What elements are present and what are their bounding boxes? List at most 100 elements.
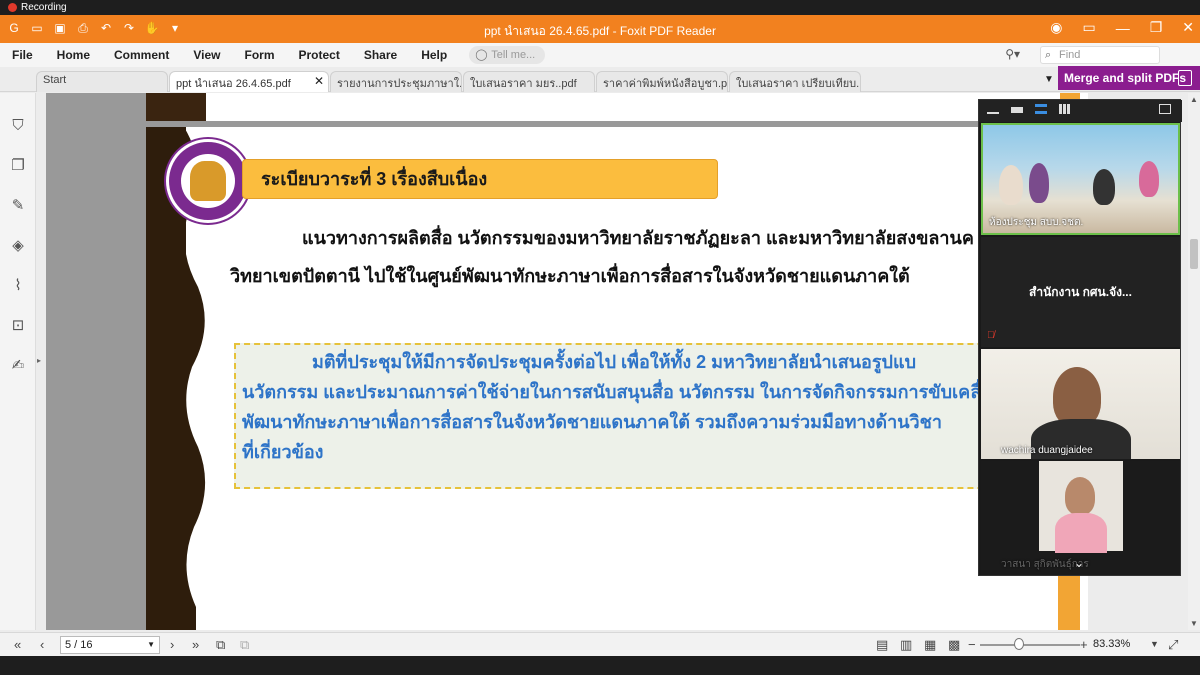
participant-figure xyxy=(1053,367,1101,427)
expand-meeting-icon[interactable] xyxy=(1159,104,1171,114)
last-page-icon[interactable]: » xyxy=(192,637,199,652)
agenda-description: แนวทางการผลิตสื่อ นวัตกรรมของมหาวิทยาลัย… xyxy=(230,219,1088,295)
attachment-icon[interactable]: ⌇ xyxy=(9,277,27,295)
menu-help[interactable]: Help xyxy=(409,48,459,62)
tab-quotation-compare[interactable]: ใบเสนอราคา เปรียบเทียบ... xyxy=(729,71,861,92)
menu-file[interactable]: File xyxy=(0,48,45,62)
previous-view-icon[interactable]: ⧉ xyxy=(216,637,225,653)
participant-figure xyxy=(1029,163,1049,203)
previous-page-strip xyxy=(146,93,1088,121)
participant-name: wachira duangjaidee xyxy=(1001,445,1093,456)
close-tab-icon[interactable]: ✕ xyxy=(314,74,324,88)
resolution-line: นวัตกรรม และประมาณการค่าใช้จ่ายในการสนับ… xyxy=(242,382,1005,402)
page-dropdown-icon[interactable]: ▼ xyxy=(147,637,155,653)
recording-label: Recording xyxy=(21,2,67,13)
gallery-view-icon[interactable] xyxy=(1059,104,1071,114)
screen-top-bar xyxy=(0,0,1200,15)
scroll-thumb[interactable] xyxy=(1190,239,1198,269)
tab-ppt[interactable]: ppt นำเสนอ 26.4.65.pdf ✕ xyxy=(169,71,329,92)
tab-label: ใบเสนอราคา เปรียบเทียบ... xyxy=(736,78,861,90)
status-bar: « ‹ 5 / 16 ▼ › » ⧉ ⧉ ▤ ▥ ▦ ▩ − + 83.33% … xyxy=(0,632,1200,656)
strip-view-icon[interactable] xyxy=(1011,107,1023,113)
chevron-down-icon[interactable]: ⌄ xyxy=(1074,556,1084,570)
menu-home[interactable]: Home xyxy=(45,48,102,62)
description-line: แนวทางการผลิตสื่อ นวัตกรรมของมหาวิทยาลัย… xyxy=(302,228,974,248)
previous-page-icon[interactable]: ‹ xyxy=(40,637,44,652)
university-seal-logo xyxy=(166,139,250,223)
fullscreen-icon[interactable]: ⤢ xyxy=(1168,637,1178,653)
resolution-line: พัฒนาทักษะภาษาเพื่อการสื่อสารในจังหวัดชา… xyxy=(242,412,942,432)
window-title: ppt นำเสนอ 26.4.65.pdf - Foxit PDF Reade… xyxy=(484,24,716,38)
restore-button[interactable]: ❐ xyxy=(1150,19,1163,36)
search-icon: ⌕ xyxy=(1045,49,1052,61)
scroll-down-icon[interactable]: ▼ xyxy=(1190,619,1198,628)
participant-figure xyxy=(1139,161,1159,197)
participant-figure xyxy=(999,165,1023,205)
resolution-line: มติที่ประชุมให้มีการจัดประชุมครั้งต่อไป … xyxy=(312,352,916,372)
next-view-icon[interactable]: ⧉ xyxy=(240,637,249,653)
window-controls: ◉ ▭ — ❐ ✕ xyxy=(1050,19,1194,36)
zoom-in-icon[interactable]: + xyxy=(1080,637,1088,652)
tab-quotation[interactable]: ใบเสนอราคา มยร..pdf xyxy=(463,71,595,92)
tab-start[interactable]: Start xyxy=(36,71,168,92)
meeting-toolbar xyxy=(979,100,1182,122)
menu-protect[interactable]: Protect xyxy=(287,48,352,62)
resolution-text: มติที่ประชุมให้มีการจัดประชุมครั้งต่อไป … xyxy=(242,347,1088,467)
muted-mic-icon: 🎙̸ xyxy=(987,330,995,341)
expand-panel-icon[interactable]: ▸ xyxy=(37,356,41,365)
participant-tile[interactable]: สำนักงาน กศน.จัง... 🎙̸ xyxy=(981,237,1180,347)
agenda-heading: ระเบียบวาระที่ 3 เรื่องสืบเนื่อง xyxy=(242,159,718,199)
find-input[interactable]: ⌕ Find xyxy=(1040,46,1160,64)
signature-icon[interactable]: ✍ xyxy=(9,357,27,375)
minimize-button[interactable]: — xyxy=(1116,20,1130,36)
menu-share[interactable]: Share xyxy=(352,48,409,62)
document-tabs: Start ppt นำเสนอ 26.4.65.pdf ✕ รายงานการป… xyxy=(0,67,1200,92)
participant-figure xyxy=(1093,169,1115,205)
scroll-up-icon[interactable]: ▲ xyxy=(1190,95,1198,104)
zoom-value[interactable]: 83.33% xyxy=(1093,638,1130,650)
vertical-scrollbar[interactable]: ▲ ▼ xyxy=(1188,93,1200,630)
facing-page-icon[interactable]: ▦ xyxy=(924,637,936,653)
first-page-icon[interactable]: « xyxy=(14,637,21,652)
ribbon-toggle-icon[interactable]: ▭ xyxy=(1082,19,1095,36)
minimize-meeting-icon[interactable] xyxy=(987,104,999,114)
menu-view[interactable]: View xyxy=(181,48,232,62)
single-page-icon[interactable]: ▤ xyxy=(876,637,888,653)
find-placeholder: Find xyxy=(1059,49,1081,61)
menu-comment[interactable]: Comment xyxy=(102,48,181,62)
zoom-dropdown-icon[interactable]: ▼ xyxy=(1150,639,1159,649)
bookmark-icon[interactable]: ⛉ xyxy=(9,117,27,135)
close-button[interactable]: ✕ xyxy=(1182,19,1194,36)
continuous-page-icon[interactable]: ▥ xyxy=(900,637,912,653)
tab-printing-price[interactable]: ราคาค่าพิมพ์หนังสือบูชา.pdf xyxy=(596,71,728,92)
tell-me-box[interactable]: Tell me... xyxy=(469,46,546,64)
menu-form[interactable]: Form xyxy=(233,48,287,62)
comments-icon[interactable]: ✎ xyxy=(9,197,27,215)
participant-tile[interactable]: wachira duangjaidee xyxy=(981,349,1180,459)
zoom-slider[interactable] xyxy=(980,644,1080,646)
tab-report[interactable]: รายงานการประชุมภาษาใ... xyxy=(330,71,462,92)
participant-video xyxy=(1039,461,1123,553)
account-icon[interactable]: ◉ xyxy=(1050,19,1062,36)
page-number-input[interactable]: 5 / 16 ▼ xyxy=(60,636,160,654)
speaker-view-icon[interactable] xyxy=(1035,104,1047,114)
tab-label: Start xyxy=(43,74,67,86)
pages-icon[interactable]: ❐ xyxy=(9,157,27,175)
participant-name: ห้องประชุม สบบ.จชต. xyxy=(989,217,1084,228)
security-icon[interactable]: ⊡ xyxy=(9,317,27,335)
page-number-value: 5 / 16 xyxy=(65,639,93,651)
page-brown-band xyxy=(146,93,206,121)
search-settings-icon[interactable]: ⚲▾ xyxy=(1005,47,1020,61)
recording-indicator: Recording xyxy=(8,2,67,13)
zoom-out-icon[interactable]: − xyxy=(968,637,976,652)
next-page-icon[interactable]: › xyxy=(170,637,174,652)
tab-label: รายงานการประชุมภาษาใ... xyxy=(337,78,462,90)
zoom-slider-knob[interactable] xyxy=(1014,638,1024,650)
layers-icon[interactable]: ◈ xyxy=(9,237,27,255)
continuous-facing-icon[interactable]: ▩ xyxy=(948,637,960,653)
merge-split-button[interactable]: Merge and split PDFs xyxy=(1058,66,1200,90)
description-line: วิทยาเขตปัตตานี ไปใช้ในศูนย์พัฒนาทักษะภา… xyxy=(230,266,910,286)
tab-list-dropdown-icon[interactable]: ▼ xyxy=(1044,74,1054,85)
participant-tile[interactable]: ห้องประชุม สบบ.จชต. xyxy=(981,123,1180,235)
participant-figure xyxy=(1065,477,1095,515)
